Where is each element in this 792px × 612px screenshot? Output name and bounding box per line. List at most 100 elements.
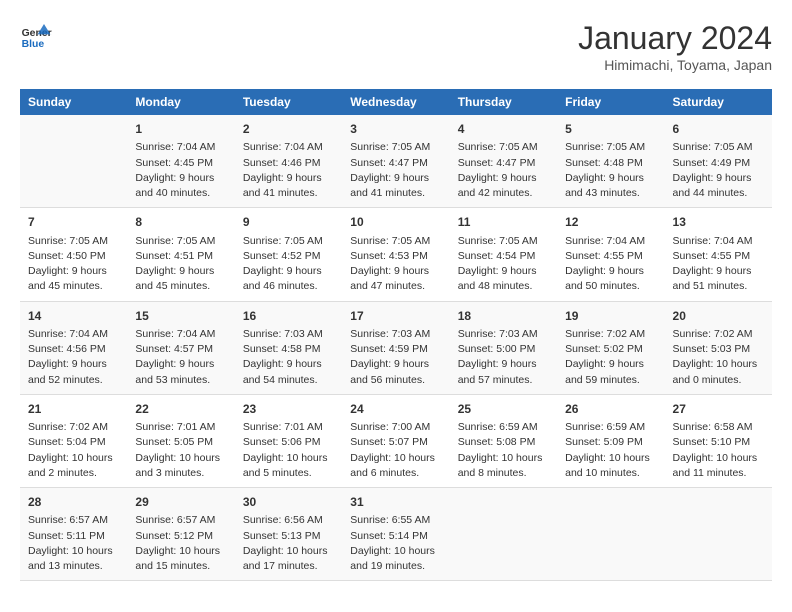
calendar-cell: 13Sunrise: 7:04 AM Sunset: 4:55 PM Dayli… <box>665 208 772 301</box>
col-header-sunday: Sunday <box>20 89 127 115</box>
calendar-cell: 3 Sunrise: 7:05 AM Sunset: 4:47 PM Daylig… <box>342 115 449 208</box>
calendar-cell: 22 Sunrise: 7:01 AM Sunset: 5:05 PM Dayli… <box>127 394 234 487</box>
calendar-cell: 4Sunrise: 7:05 AM Sunset: 4:47 PM Daylig… <box>450 115 557 208</box>
week-row-3: 14Sunrise: 7:04 AM Sunset: 4:56 PM Dayli… <box>20 301 772 394</box>
calendar-cell: 11 Sunrise: 7:05 AM Sunset: 4:54 PM Dayli… <box>450 208 557 301</box>
col-header-saturday: Saturday <box>665 89 772 115</box>
week-row-1: 1 Sunrise: 7:04 AM Sunset: 4:45 PM Daylig… <box>20 115 772 208</box>
calendar-cell: 5 Sunrise: 7:05 AM Sunset: 4:48 PM Daylig… <box>557 115 664 208</box>
calendar-cell: 28 Sunrise: 6:57 AM Sunset: 5:11 PM Dayli… <box>20 488 127 581</box>
day-number: 21 <box>28 401 119 418</box>
day-number: 9 <box>243 214 334 231</box>
col-header-wednesday: Wednesday <box>342 89 449 115</box>
calendar-table: SundayMondayTuesdayWednesdayThursdayFrid… <box>20 89 772 581</box>
day-number: 5 <box>565 121 656 138</box>
calendar-cell <box>20 115 127 208</box>
calendar-cell: 25 Sunrise: 6:59 AM Sunset: 5:08 PM Dayli… <box>450 394 557 487</box>
calendar-cell: 31 Sunrise: 6:55 AM Sunset: 5:14 PM Dayli… <box>342 488 449 581</box>
day-info: Sunrise: 7:02 AM Sunset: 5:02 PM Dayligh… <box>565 327 656 388</box>
title-block: January 2024 Himimachi, Toyama, Japan <box>578 20 772 73</box>
day-number: 28 <box>28 494 119 511</box>
day-info: Sunrise: 6:55 AM Sunset: 5:14 PM Dayligh… <box>350 513 441 574</box>
day-number: 11 <box>458 214 549 231</box>
day-info: Sunrise: 7:05 AM Sunset: 4:53 PM Dayligh… <box>350 234 441 295</box>
day-number: 3 <box>350 121 441 138</box>
day-number: 19 <box>565 308 656 325</box>
day-number: 25 <box>458 401 549 418</box>
col-header-friday: Friday <box>557 89 664 115</box>
day-info: Sunrise: 7:05 AM Sunset: 4:49 PM Dayligh… <box>673 140 764 201</box>
calendar-cell: 21 Sunrise: 7:02 AM Sunset: 5:04 PM Dayli… <box>20 394 127 487</box>
logo: General Blue <box>20 20 52 52</box>
calendar-cell: 7 Sunrise: 7:05 AM Sunset: 4:50 PM Daylig… <box>20 208 127 301</box>
day-number: 22 <box>135 401 226 418</box>
day-info: Sunrise: 6:57 AM Sunset: 5:12 PM Dayligh… <box>135 513 226 574</box>
day-number: 10 <box>350 214 441 231</box>
day-info: Sunrise: 7:00 AM Sunset: 5:07 PM Dayligh… <box>350 420 441 481</box>
calendar-cell: 16Sunrise: 7:03 AM Sunset: 4:58 PM Dayli… <box>235 301 342 394</box>
calendar-cell: 15 Sunrise: 7:04 AM Sunset: 4:57 PM Dayli… <box>127 301 234 394</box>
calendar-cell: 24Sunrise: 7:00 AM Sunset: 5:07 PM Dayli… <box>342 394 449 487</box>
day-number: 1 <box>135 121 226 138</box>
day-number: 6 <box>673 121 764 138</box>
day-info: Sunrise: 7:05 AM Sunset: 4:48 PM Dayligh… <box>565 140 656 201</box>
day-info: Sunrise: 7:05 AM Sunset: 4:54 PM Dayligh… <box>458 234 549 295</box>
day-number: 7 <box>28 214 119 231</box>
calendar-cell: 26Sunrise: 6:59 AM Sunset: 5:09 PM Dayli… <box>557 394 664 487</box>
calendar-cell: 12Sunrise: 7:04 AM Sunset: 4:55 PM Dayli… <box>557 208 664 301</box>
page-header: General Blue January 2024 Himimachi, Toy… <box>20 20 772 73</box>
day-number: 14 <box>28 308 119 325</box>
day-info: Sunrise: 7:05 AM Sunset: 4:47 PM Dayligh… <box>350 140 441 201</box>
calendar-cell <box>450 488 557 581</box>
calendar-cell: 29 Sunrise: 6:57 AM Sunset: 5:12 PM Dayli… <box>127 488 234 581</box>
week-row-4: 21 Sunrise: 7:02 AM Sunset: 5:04 PM Dayli… <box>20 394 772 487</box>
day-number: 12 <box>565 214 656 231</box>
logo-icon: General Blue <box>20 20 52 52</box>
day-info: Sunrise: 6:58 AM Sunset: 5:10 PM Dayligh… <box>673 420 764 481</box>
calendar-cell <box>557 488 664 581</box>
day-info: Sunrise: 7:04 AM Sunset: 4:45 PM Dayligh… <box>135 140 226 201</box>
day-info: Sunrise: 7:05 AM Sunset: 4:52 PM Dayligh… <box>243 234 334 295</box>
calendar-cell: 17Sunrise: 7:03 AM Sunset: 4:59 PM Dayli… <box>342 301 449 394</box>
day-number: 8 <box>135 214 226 231</box>
calendar-cell: 2 Sunrise: 7:04 AM Sunset: 4:46 PM Daylig… <box>235 115 342 208</box>
day-info: Sunrise: 7:02 AM Sunset: 5:04 PM Dayligh… <box>28 420 119 481</box>
calendar-cell: 1 Sunrise: 7:04 AM Sunset: 4:45 PM Daylig… <box>127 115 234 208</box>
col-header-monday: Monday <box>127 89 234 115</box>
day-info: Sunrise: 6:56 AM Sunset: 5:13 PM Dayligh… <box>243 513 334 574</box>
calendar-cell: 20 Sunrise: 7:02 AM Sunset: 5:03 PM Dayli… <box>665 301 772 394</box>
day-info: Sunrise: 7:04 AM Sunset: 4:46 PM Dayligh… <box>243 140 334 201</box>
day-info: Sunrise: 7:04 AM Sunset: 4:57 PM Dayligh… <box>135 327 226 388</box>
week-row-2: 7 Sunrise: 7:05 AM Sunset: 4:50 PM Daylig… <box>20 208 772 301</box>
day-number: 30 <box>243 494 334 511</box>
calendar-cell: 27 Sunrise: 6:58 AM Sunset: 5:10 PM Dayli… <box>665 394 772 487</box>
day-number: 15 <box>135 308 226 325</box>
day-info: Sunrise: 6:59 AM Sunset: 5:08 PM Dayligh… <box>458 420 549 481</box>
day-number: 20 <box>673 308 764 325</box>
day-info: Sunrise: 7:01 AM Sunset: 5:06 PM Dayligh… <box>243 420 334 481</box>
day-info: Sunrise: 7:03 AM Sunset: 5:00 PM Dayligh… <box>458 327 549 388</box>
day-info: Sunrise: 6:57 AM Sunset: 5:11 PM Dayligh… <box>28 513 119 574</box>
day-number: 27 <box>673 401 764 418</box>
day-info: Sunrise: 7:05 AM Sunset: 4:47 PM Dayligh… <box>458 140 549 201</box>
day-number: 26 <box>565 401 656 418</box>
calendar-cell: 6 Sunrise: 7:05 AM Sunset: 4:49 PM Daylig… <box>665 115 772 208</box>
day-info: Sunrise: 7:05 AM Sunset: 4:50 PM Dayligh… <box>28 234 119 295</box>
day-info: Sunrise: 7:02 AM Sunset: 5:03 PM Dayligh… <box>673 327 764 388</box>
day-number: 29 <box>135 494 226 511</box>
week-row-5: 28 Sunrise: 6:57 AM Sunset: 5:11 PM Dayli… <box>20 488 772 581</box>
day-number: 2 <box>243 121 334 138</box>
day-info: Sunrise: 7:05 AM Sunset: 4:51 PM Dayligh… <box>135 234 226 295</box>
col-header-thursday: Thursday <box>450 89 557 115</box>
calendar-cell: 19 Sunrise: 7:02 AM Sunset: 5:02 PM Dayli… <box>557 301 664 394</box>
day-number: 16 <box>243 308 334 325</box>
calendar-cell: 9 Sunrise: 7:05 AM Sunset: 4:52 PM Daylig… <box>235 208 342 301</box>
day-info: Sunrise: 7:04 AM Sunset: 4:55 PM Dayligh… <box>673 234 764 295</box>
day-number: 23 <box>243 401 334 418</box>
day-number: 31 <box>350 494 441 511</box>
day-info: Sunrise: 7:01 AM Sunset: 5:05 PM Dayligh… <box>135 420 226 481</box>
location: Himimachi, Toyama, Japan <box>578 57 772 73</box>
day-info: Sunrise: 7:03 AM Sunset: 4:59 PM Dayligh… <box>350 327 441 388</box>
calendar-cell: 30 Sunrise: 6:56 AM Sunset: 5:13 PM Dayli… <box>235 488 342 581</box>
calendar-cell <box>665 488 772 581</box>
